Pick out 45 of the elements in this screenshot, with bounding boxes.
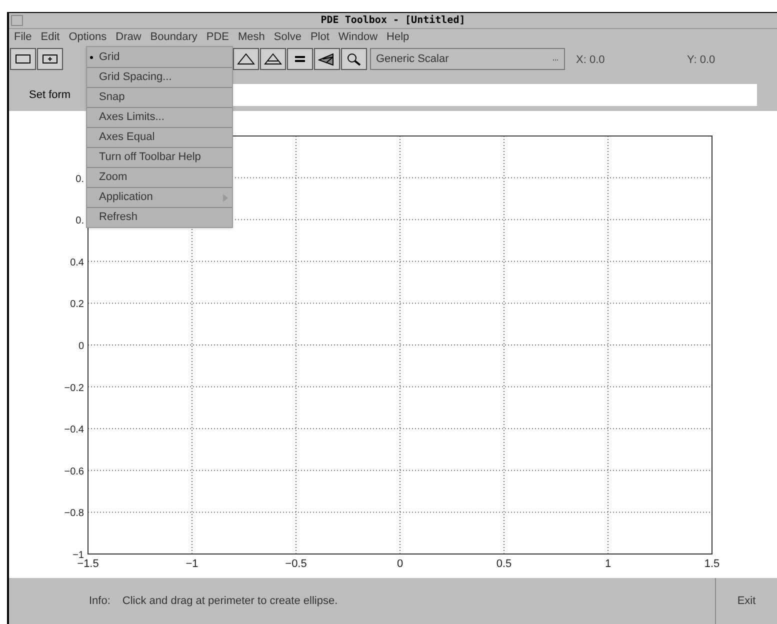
y-tick-label: 0. <box>76 174 84 185</box>
y-tick-label: −1 <box>72 550 84 561</box>
x-tick-label: 0.5 <box>496 558 512 570</box>
y-tick-label: 0 <box>78 341 84 352</box>
y-tick-label: 0.2 <box>70 299 84 310</box>
menu-option[interactable]: Turn off Toolbar Help <box>87 147 232 167</box>
window-title: PDE Toolbox - [Untitled] <box>320 14 466 28</box>
x-readout: X: 0.0 <box>576 53 606 68</box>
x-tick-label: 0 <box>396 558 404 570</box>
y-readout: Y: 0.0 <box>687 53 716 68</box>
menu-item[interactable]: Mesh <box>238 29 265 46</box>
y-tick-label: −0.6 <box>64 466 84 478</box>
menu-item[interactable]: Help <box>386 29 410 46</box>
menu-item[interactable]: Window <box>338 29 378 46</box>
menu-item[interactable]: Draw <box>116 29 142 46</box>
menu-option[interactable]: Application <box>87 187 232 207</box>
menu-option[interactable]: Refresh <box>87 207 232 227</box>
info-label: Info: <box>89 594 110 609</box>
menu-option[interactable]: Grid <box>87 47 232 67</box>
menu-item[interactable]: Plot <box>310 29 330 46</box>
menu-item[interactable]: Edit <box>40 29 60 46</box>
formula-label: Set form <box>29 88 71 103</box>
menu-item[interactable]: Solve <box>274 29 302 46</box>
x-tick-label: −0.5 <box>285 558 307 570</box>
y-tick-label: −0.2 <box>64 382 84 394</box>
y-tick-label: 0.4 <box>70 257 84 268</box>
menu-option[interactable]: Snap <box>87 87 232 107</box>
status-message: Click and drag at perimeter to create ellipse. <box>122 594 338 609</box>
x-tick-label: −1.5 <box>77 558 99 570</box>
menu-option[interactable]: Zoom <box>87 167 232 187</box>
application-dropdown[interactable]: Generic Scalar <box>370 48 565 70</box>
x-tick-label: −1 <box>186 558 198 570</box>
menu-option[interactable]: Grid Spacing... <box>87 67 232 87</box>
exit-button[interactable]: Exit <box>715 578 777 624</box>
y-tick-label: −0.8 <box>64 508 84 520</box>
y-tick-label: 0. <box>76 216 84 227</box>
menu-item[interactable]: File <box>14 29 32 46</box>
menu-item[interactable]: Options <box>68 29 107 46</box>
menu-option[interactable]: Axes Limits... <box>87 107 232 127</box>
y-tick-label: −0.4 <box>64 424 84 436</box>
x-tick-label: 1 <box>604 558 612 570</box>
x-tick-label: 1.5 <box>704 558 720 570</box>
menu-item[interactable]: Boundary <box>150 29 198 46</box>
menu-item[interactable]: PDE <box>206 29 230 46</box>
menu-option[interactable]: Axes Equal <box>87 127 232 147</box>
